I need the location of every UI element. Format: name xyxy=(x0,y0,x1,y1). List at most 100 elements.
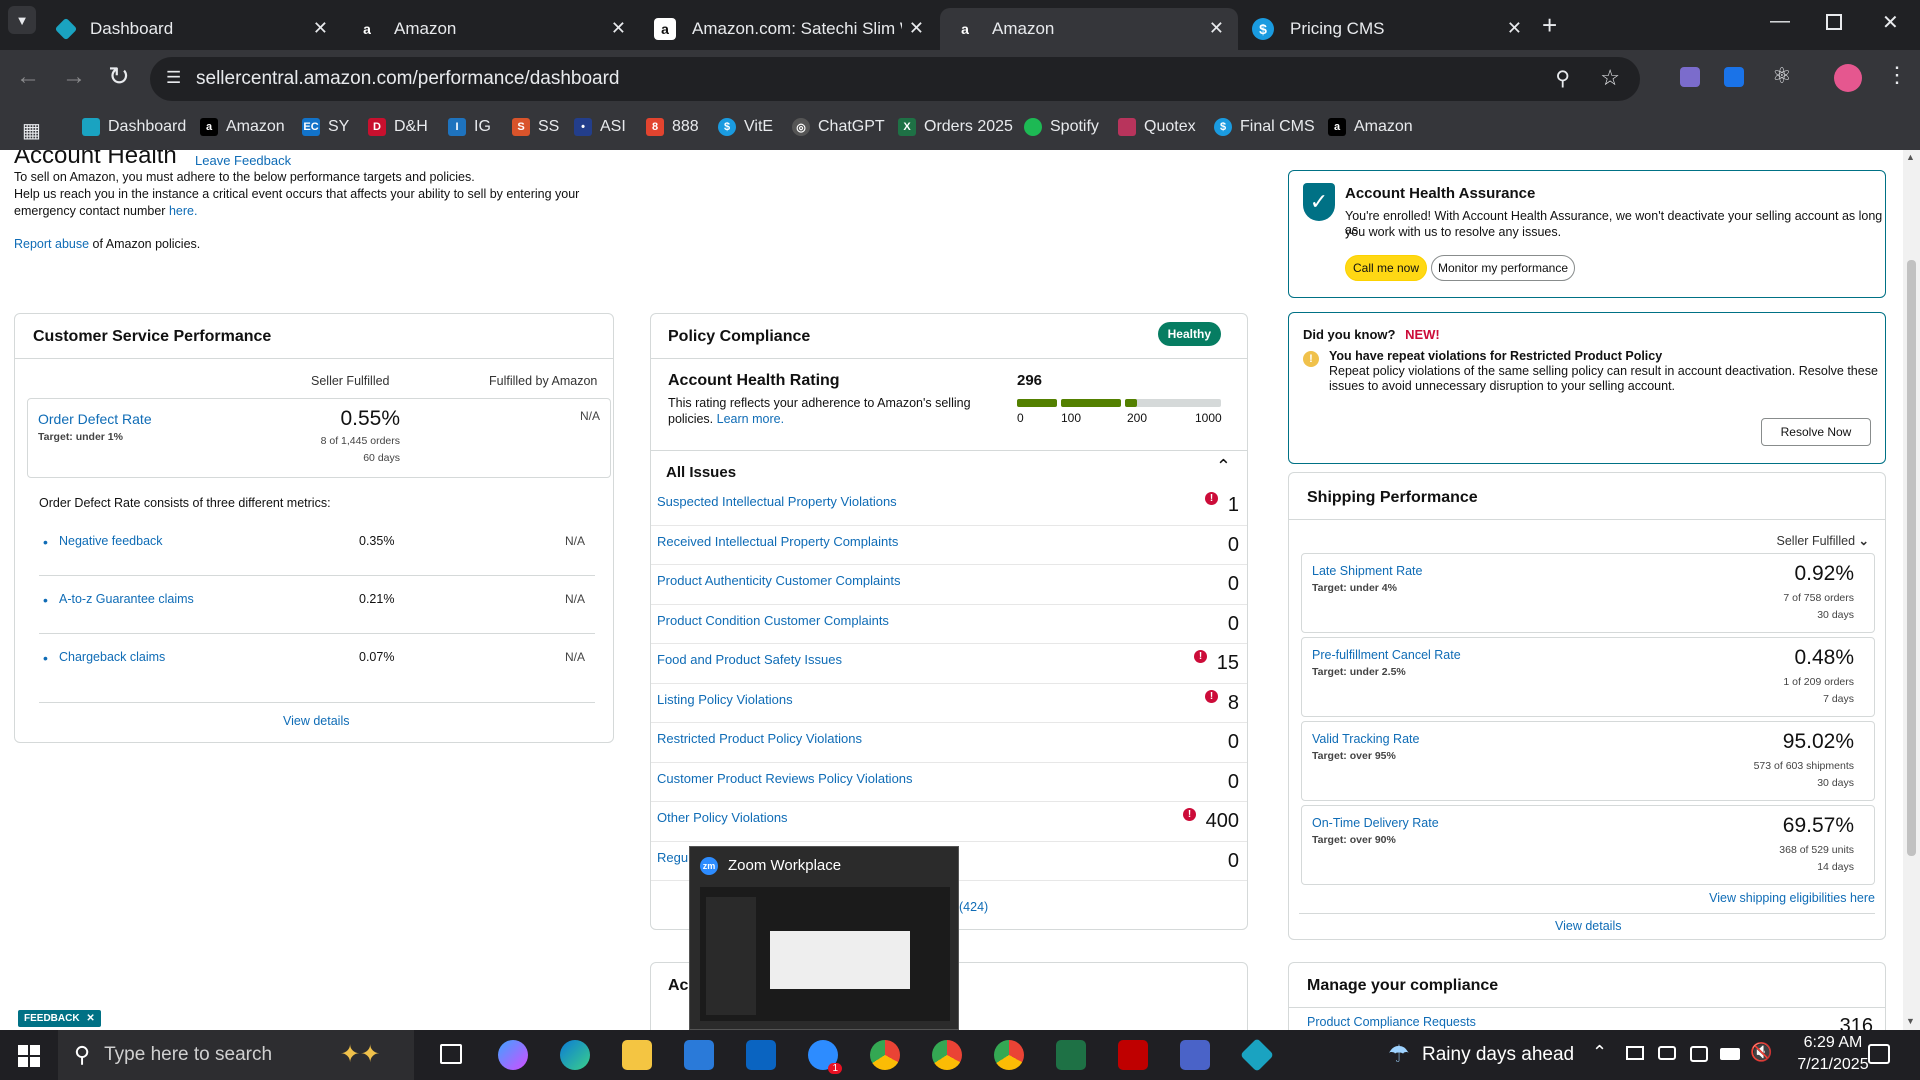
outlook-icon[interactable] xyxy=(746,1040,776,1070)
minimize-icon[interactable]: — xyxy=(1770,10,1790,33)
issue-row[interactable]: Listing Policy Violations! 8 xyxy=(651,684,1247,723)
address-bar[interactable]: ☰ sellercentral.amazon.com/performance/d… xyxy=(150,57,1640,101)
bookmark-ss[interactable]: S SS xyxy=(512,118,559,136)
show-hidden-icons[interactable]: ⌃ xyxy=(1592,1042,1607,1063)
bookmark-asi[interactable]: • ASI xyxy=(574,118,626,136)
learn-more-link[interactable]: Learn more. xyxy=(717,412,784,426)
issue-row[interactable]: Customer Product Reviews Policy Violatio… xyxy=(651,763,1247,802)
feedback-tab[interactable]: FEEDBACK ✕ xyxy=(18,1010,101,1027)
close-tab-icon[interactable]: ✕ xyxy=(1507,18,1522,39)
copilot-search-highlight-icon[interactable]: ✦✦ xyxy=(340,1040,400,1070)
menu-kebab-icon[interactable]: ⋮ xyxy=(1886,62,1908,88)
file-explorer-icon[interactable] xyxy=(622,1040,652,1070)
bookmark-amazon-2[interactable]: a Amazon xyxy=(1328,118,1413,136)
shipping-view-details-link[interactable]: View details xyxy=(1555,919,1621,933)
tab-dashboard[interactable]: Dashboard ✕ xyxy=(44,8,342,50)
bookmark-star-icon[interactable]: ☆ xyxy=(1600,65,1620,91)
bookmark-vite[interactable]: $ VitE xyxy=(718,118,773,136)
issue-row[interactable]: Suspected Intellectual Property Violatio… xyxy=(651,486,1247,526)
call-me-now-button[interactable]: Call me now xyxy=(1345,255,1427,281)
view-all-issues-partial[interactable]: (424) xyxy=(959,900,988,914)
close-tab-icon[interactable]: ✕ xyxy=(611,18,626,39)
shipping-metric-link[interactable]: Late Shipment Rate xyxy=(1312,564,1423,578)
issue-row[interactable]: Other Policy Violations! 400 xyxy=(651,802,1247,842)
bookmark-888[interactable]: 8 888 xyxy=(646,118,699,136)
bookmark-quotex[interactable]: Quotex xyxy=(1118,118,1196,136)
volume-muted-icon[interactable]: 🔇 xyxy=(1750,1042,1772,1063)
windows-start-icon[interactable] xyxy=(18,1045,40,1067)
issue-row[interactable]: Received Intellectual Property Complaint… xyxy=(651,526,1247,565)
new-tab-button[interactable]: + xyxy=(1542,10,1557,41)
tab-amazon-satechi[interactable]: a Amazon.com: Satechi Slim W3 \ ✕ xyxy=(640,8,938,50)
a-to-z-claims-link[interactable]: A-to-z Guarantee claims xyxy=(59,592,194,606)
chargeback-claims-link[interactable]: Chargeback claims xyxy=(59,650,165,664)
battery-icon[interactable] xyxy=(1720,1048,1740,1060)
bookmark-final-cms[interactable]: $ Final CMS xyxy=(1214,118,1315,136)
shipping-metric-link[interactable]: On-Time Delivery Rate xyxy=(1312,816,1439,830)
bookmark-spotify[interactable]: Spotify xyxy=(1024,118,1099,136)
bookmark-amazon[interactable]: a Amazon xyxy=(200,118,285,136)
tab-pricing-cms[interactable]: $ Pricing CMS ✕ xyxy=(1238,8,1536,50)
close-window-icon[interactable]: ✕ xyxy=(1882,10,1899,35)
issue-row[interactable]: Food and Product Safety Issues! 15 xyxy=(651,644,1247,684)
issue-row[interactable]: Product Authenticity Customer Complaints… xyxy=(651,565,1247,605)
monitor-performance-button[interactable]: Monitor my performance xyxy=(1431,255,1575,281)
issue-name-link[interactable]: Other Policy Violations xyxy=(657,810,788,825)
tray-display-icon[interactable] xyxy=(1626,1046,1644,1060)
notifications-icon[interactable] xyxy=(1868,1044,1890,1064)
seller-fulfilled-dropdown[interactable]: Seller Fulfilled ⌄ xyxy=(1777,533,1869,548)
issue-name-link[interactable]: Restricted Product Policy Violations xyxy=(657,731,862,746)
tab-amazon-active[interactable]: a Amazon ✕ xyxy=(940,8,1238,50)
extensions-puzzle-icon[interactable]: ⚛ xyxy=(1772,63,1792,89)
close-tab-icon[interactable]: ✕ xyxy=(313,18,328,39)
chrome-icon-2[interactable] xyxy=(932,1040,962,1070)
report-abuse-link[interactable]: Report abuse xyxy=(14,237,89,251)
reload-icon[interactable]: ↻ xyxy=(108,61,130,92)
tab-amazon-1[interactable]: a Amazon ✕ xyxy=(342,8,640,50)
emergency-contact-link[interactable]: here. xyxy=(169,204,198,218)
bookmark-chatgpt[interactable]: ◎ ChatGPT xyxy=(792,118,885,136)
clock-time[interactable]: 6:29 AM xyxy=(1788,1034,1878,1052)
restore-icon[interactable] xyxy=(1826,14,1842,30)
scroll-down-icon[interactable]: ▼ xyxy=(1906,1016,1915,1026)
resolve-now-button[interactable]: Resolve Now xyxy=(1761,418,1871,446)
copilot-icon[interactable] xyxy=(498,1040,528,1070)
issue-name-link[interactable]: Product Condition Customer Complaints xyxy=(657,613,889,628)
tray-camera-icon[interactable] xyxy=(1658,1046,1676,1060)
zoom-icon[interactable]: ⚲ xyxy=(1555,66,1570,91)
view-shipping-eligibilities-link[interactable]: View shipping eligibilities here xyxy=(1709,891,1875,905)
negative-feedback-link[interactable]: Negative feedback xyxy=(59,534,163,548)
issue-name-link[interactable]: Customer Product Reviews Policy Violatio… xyxy=(657,771,913,786)
close-tab-icon[interactable]: ✕ xyxy=(1209,18,1224,39)
issue-name-link[interactable]: Regul xyxy=(657,850,691,865)
tray-meet-icon[interactable] xyxy=(1690,1046,1708,1062)
shipping-metric-link[interactable]: Pre-fulfillment Cancel Rate xyxy=(1312,648,1461,662)
leave-feedback-link[interactable]: Leave Feedback xyxy=(195,153,291,168)
chrome-icon[interactable] xyxy=(870,1040,900,1070)
excel-icon[interactable] xyxy=(1056,1040,1086,1070)
issue-name-link[interactable]: Suspected Intellectual Property Violatio… xyxy=(657,494,897,509)
tab-search-button[interactable]: ▼ xyxy=(8,6,36,34)
bookmark-orders-2025[interactable]: X Orders 2025 xyxy=(898,118,1013,136)
extension-blue-icon[interactable] xyxy=(1724,67,1744,87)
issue-name-link[interactable]: Product Authenticity Customer Complaints xyxy=(657,573,901,588)
issue-row[interactable]: Product Condition Customer Complaints 0 xyxy=(651,605,1247,644)
filezilla-icon[interactable] xyxy=(1118,1040,1148,1070)
back-icon[interactable]: ← xyxy=(16,63,40,91)
zoom-taskbar-preview[interactable]: zm Zoom Workplace xyxy=(689,846,959,1030)
clock-date[interactable]: 7/21/2025 xyxy=(1788,1056,1878,1074)
task-view-icon[interactable] xyxy=(440,1044,462,1064)
csp-view-details-link[interactable]: View details xyxy=(283,714,349,728)
issue-name-link[interactable]: Received Intellectual Property Complaint… xyxy=(657,534,898,549)
order-defect-rate-link[interactable]: Order Defect Rate xyxy=(38,411,152,427)
zoom-taskbar-icon[interactable]: 1 xyxy=(808,1040,842,1074)
bookmark-ig[interactable]: I IG xyxy=(448,118,491,136)
close-tab-icon[interactable]: ✕ xyxy=(909,18,924,39)
page-scrollbar[interactable]: ▲ ▼ xyxy=(1903,150,1920,1030)
microsoft-store-icon[interactable] xyxy=(684,1040,714,1070)
issue-row[interactable]: Restricted Product Policy Violations 0 xyxy=(651,723,1247,763)
site-info-icon[interactable]: ☰ xyxy=(166,68,181,88)
edge-icon[interactable] xyxy=(560,1040,590,1070)
chrome-icon-3[interactable] xyxy=(994,1040,1024,1070)
calculator-icon[interactable] xyxy=(1180,1040,1210,1070)
